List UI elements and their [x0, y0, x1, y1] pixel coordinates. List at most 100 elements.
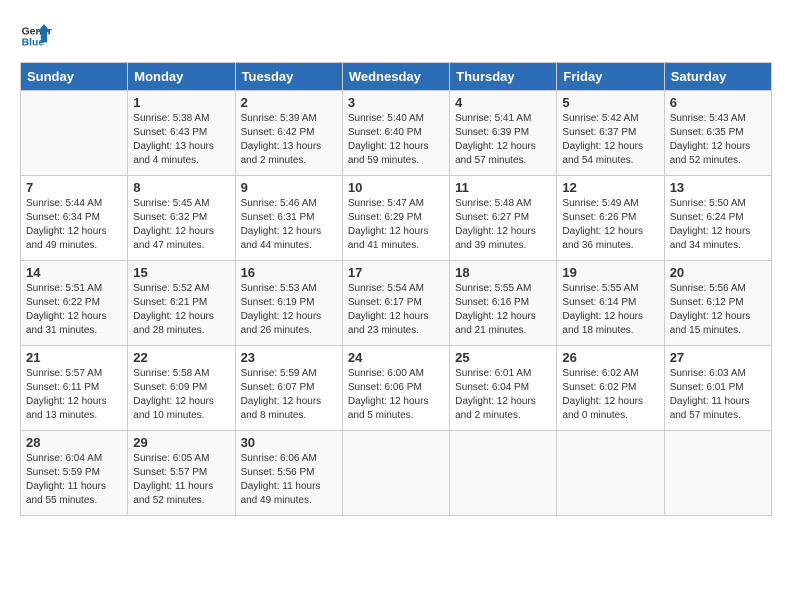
calendar-cell	[664, 431, 771, 516]
day-number: 10	[348, 180, 444, 195]
day-number: 12	[562, 180, 658, 195]
day-number: 26	[562, 350, 658, 365]
day-info: Sunrise: 5:38 AM Sunset: 6:43 PM Dayligh…	[133, 112, 229, 168]
day-number: 22	[133, 350, 229, 365]
day-info: Sunrise: 5:39 AM Sunset: 6:42 PM Dayligh…	[241, 112, 337, 168]
calendar-cell: 20 Sunrise: 5:56 AM Sunset: 6:12 PM Dayli…	[664, 261, 771, 346]
calendar-cell: 14 Sunrise: 5:51 AM Sunset: 6:22 PM Dayli…	[21, 261, 128, 346]
calendar-week-2: 7 Sunrise: 5:44 AM Sunset: 6:34 PM Daylig…	[21, 176, 772, 261]
day-info: Sunrise: 6:06 AM Sunset: 5:56 PM Dayligh…	[241, 452, 337, 508]
day-number: 29	[133, 435, 229, 450]
day-info: Sunrise: 5:55 AM Sunset: 6:16 PM Dayligh…	[455, 282, 551, 338]
day-number: 9	[241, 180, 337, 195]
day-info: Sunrise: 5:52 AM Sunset: 6:21 PM Dayligh…	[133, 282, 229, 338]
day-number: 28	[26, 435, 122, 450]
day-number: 14	[26, 265, 122, 280]
day-number: 23	[241, 350, 337, 365]
calendar-cell: 17 Sunrise: 5:54 AM Sunset: 6:17 PM Dayli…	[342, 261, 449, 346]
calendar-table: SundayMondayTuesdayWednesdayThursdayFrid…	[20, 62, 772, 516]
day-number: 1	[133, 95, 229, 110]
calendar-cell: 8 Sunrise: 5:45 AM Sunset: 6:32 PM Daylig…	[128, 176, 235, 261]
day-info: Sunrise: 5:47 AM Sunset: 6:29 PM Dayligh…	[348, 197, 444, 253]
calendar-week-5: 28 Sunrise: 6:04 AM Sunset: 5:59 PM Dayli…	[21, 431, 772, 516]
day-number: 18	[455, 265, 551, 280]
column-header-friday: Friday	[557, 63, 664, 91]
day-number: 5	[562, 95, 658, 110]
calendar-cell: 6 Sunrise: 5:43 AM Sunset: 6:35 PM Daylig…	[664, 91, 771, 176]
day-number: 19	[562, 265, 658, 280]
column-header-sunday: Sunday	[21, 63, 128, 91]
day-number: 7	[26, 180, 122, 195]
day-info: Sunrise: 6:04 AM Sunset: 5:59 PM Dayligh…	[26, 452, 122, 508]
day-number: 15	[133, 265, 229, 280]
calendar-cell: 2 Sunrise: 5:39 AM Sunset: 6:42 PM Daylig…	[235, 91, 342, 176]
column-header-tuesday: Tuesday	[235, 63, 342, 91]
day-number: 30	[241, 435, 337, 450]
day-number: 20	[670, 265, 766, 280]
day-number: 4	[455, 95, 551, 110]
logo-icon: General Blue	[20, 20, 52, 52]
day-number: 2	[241, 95, 337, 110]
calendar-cell: 26 Sunrise: 6:02 AM Sunset: 6:02 PM Dayli…	[557, 346, 664, 431]
calendar-cell	[557, 431, 664, 516]
day-info: Sunrise: 5:48 AM Sunset: 6:27 PM Dayligh…	[455, 197, 551, 253]
column-header-wednesday: Wednesday	[342, 63, 449, 91]
day-info: Sunrise: 5:50 AM Sunset: 6:24 PM Dayligh…	[670, 197, 766, 253]
day-number: 24	[348, 350, 444, 365]
calendar-cell	[342, 431, 449, 516]
calendar-cell: 24Sunrise: 6:00 AM Sunset: 6:06 PM Dayli…	[342, 346, 449, 431]
day-number: 17	[348, 265, 444, 280]
calendar-cell: 21 Sunrise: 5:57 AM Sunset: 6:11 PM Dayli…	[21, 346, 128, 431]
day-info: Sunrise: 5:41 AM Sunset: 6:39 PM Dayligh…	[455, 112, 551, 168]
day-number: 13	[670, 180, 766, 195]
calendar-week-1: 1 Sunrise: 5:38 AM Sunset: 6:43 PM Daylig…	[21, 91, 772, 176]
day-info: Sunrise: 5:55 AM Sunset: 6:14 PM Dayligh…	[562, 282, 658, 338]
day-number: 3	[348, 95, 444, 110]
calendar-cell: 12 Sunrise: 5:49 AM Sunset: 6:26 PM Dayli…	[557, 176, 664, 261]
day-info: Sunrise: 5:56 AM Sunset: 6:12 PM Dayligh…	[670, 282, 766, 338]
calendar-week-3: 14 Sunrise: 5:51 AM Sunset: 6:22 PM Dayli…	[21, 261, 772, 346]
calendar-cell: 28 Sunrise: 6:04 AM Sunset: 5:59 PM Dayli…	[21, 431, 128, 516]
day-info: Sunrise: 5:49 AM Sunset: 6:26 PM Dayligh…	[562, 197, 658, 253]
calendar-cell: 10 Sunrise: 5:47 AM Sunset: 6:29 PM Dayli…	[342, 176, 449, 261]
calendar-cell: 1 Sunrise: 5:38 AM Sunset: 6:43 PM Daylig…	[128, 91, 235, 176]
day-info: Sunrise: 5:40 AM Sunset: 6:40 PM Dayligh…	[348, 112, 444, 168]
day-info: Sunrise: 5:57 AM Sunset: 6:11 PM Dayligh…	[26, 367, 122, 423]
day-info: Sunrise: 5:44 AM Sunset: 6:34 PM Dayligh…	[26, 197, 122, 253]
logo: General Blue	[20, 20, 52, 52]
column-header-monday: Monday	[128, 63, 235, 91]
calendar-cell: 9 Sunrise: 5:46 AM Sunset: 6:31 PM Daylig…	[235, 176, 342, 261]
day-info: Sunrise: 6:05 AM Sunset: 5:57 PM Dayligh…	[133, 452, 229, 508]
calendar-cell: 19 Sunrise: 5:55 AM Sunset: 6:14 PM Dayli…	[557, 261, 664, 346]
day-info: Sunrise: 5:45 AM Sunset: 6:32 PM Dayligh…	[133, 197, 229, 253]
calendar-cell: 27 Sunrise: 6:03 AM Sunset: 6:01 PM Dayli…	[664, 346, 771, 431]
day-number: 8	[133, 180, 229, 195]
day-number: 11	[455, 180, 551, 195]
calendar-cell	[21, 91, 128, 176]
calendar-cell: 13 Sunrise: 5:50 AM Sunset: 6:24 PM Dayli…	[664, 176, 771, 261]
day-number: 25	[455, 350, 551, 365]
day-info: Sunrise: 6:03 AM Sunset: 6:01 PM Dayligh…	[670, 367, 766, 423]
calendar-cell: 22Sunrise: 5:58 AM Sunset: 6:09 PM Dayli…	[128, 346, 235, 431]
day-number: 27	[670, 350, 766, 365]
calendar-cell: 30 Sunrise: 6:06 AM Sunset: 5:56 PM Dayli…	[235, 431, 342, 516]
calendar-cell: 25Sunrise: 6:01 AM Sunset: 6:04 PM Dayli…	[450, 346, 557, 431]
calendar-cell: 4 Sunrise: 5:41 AM Sunset: 6:39 PM Daylig…	[450, 91, 557, 176]
calendar-cell: 7 Sunrise: 5:44 AM Sunset: 6:34 PM Daylig…	[21, 176, 128, 261]
column-header-saturday: Saturday	[664, 63, 771, 91]
calendar-cell	[450, 431, 557, 516]
day-info: Sunrise: 5:42 AM Sunset: 6:37 PM Dayligh…	[562, 112, 658, 168]
day-number: 21	[26, 350, 122, 365]
day-info: Sunrise: 5:46 AM Sunset: 6:31 PM Dayligh…	[241, 197, 337, 253]
calendar-cell: 15 Sunrise: 5:52 AM Sunset: 6:21 PM Dayli…	[128, 261, 235, 346]
day-info: Sunrise: 5:51 AM Sunset: 6:22 PM Dayligh…	[26, 282, 122, 338]
day-number: 16	[241, 265, 337, 280]
day-info: Sunrise: 5:54 AM Sunset: 6:17 PM Dayligh…	[348, 282, 444, 338]
day-number: 6	[670, 95, 766, 110]
day-info: Sunrise: 5:43 AM Sunset: 6:35 PM Dayligh…	[670, 112, 766, 168]
calendar-cell: 11 Sunrise: 5:48 AM Sunset: 6:27 PM Dayli…	[450, 176, 557, 261]
day-info: Sunrise: 6:02 AM Sunset: 6:02 PM Dayligh…	[562, 367, 658, 423]
column-header-thursday: Thursday	[450, 63, 557, 91]
calendar-cell: 29 Sunrise: 6:05 AM Sunset: 5:57 PM Dayli…	[128, 431, 235, 516]
column-headers: SundayMondayTuesdayWednesdayThursdayFrid…	[21, 63, 772, 91]
